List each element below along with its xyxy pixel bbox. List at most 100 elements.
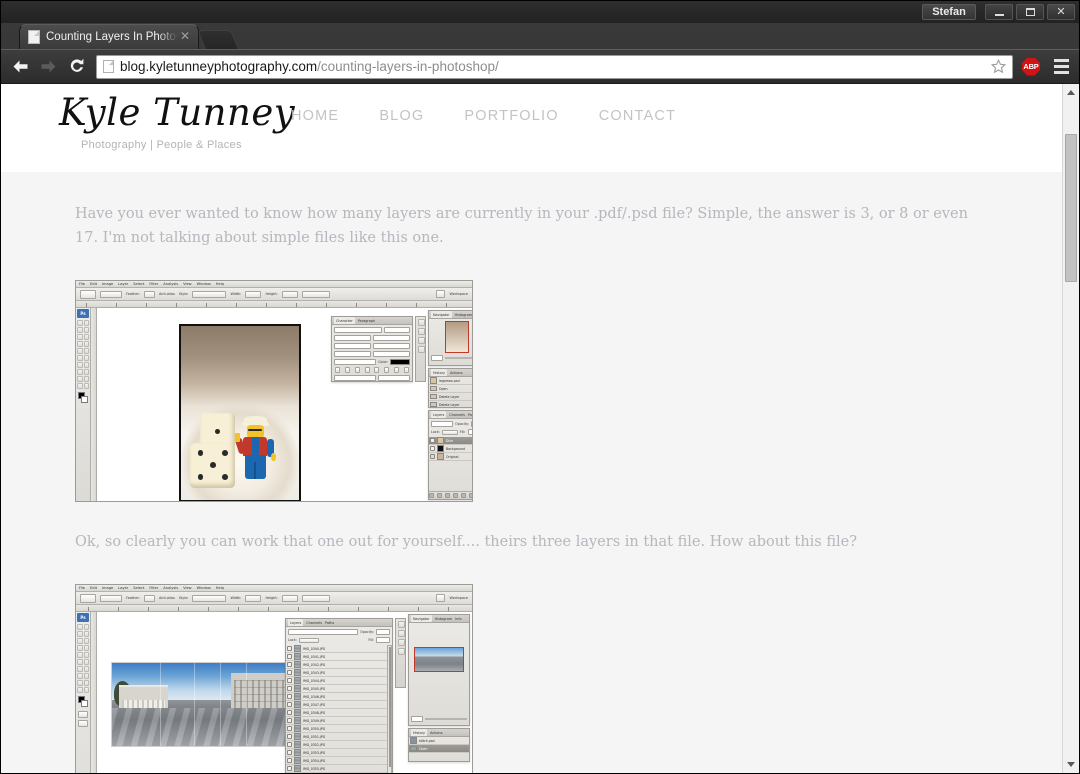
nav-link-portfolio[interactable]: PORTFOLIO bbox=[464, 108, 558, 124]
ps1-faux-bold-icon[interactable] bbox=[335, 367, 341, 373]
ps1-tab-histogram[interactable]: Histogram bbox=[455, 313, 472, 317]
ps1-zoom-slider[interactable] bbox=[445, 357, 472, 359]
reload-button[interactable] bbox=[63, 54, 89, 80]
ps1-tool-move-icon[interactable] bbox=[77, 320, 83, 326]
ps2-tool-blur-icon[interactable] bbox=[77, 666, 83, 672]
ps2-style-select[interactable] bbox=[192, 594, 227, 602]
ps1-lock-toggles[interactable] bbox=[441, 429, 458, 435]
ps2-tool-pen-icon[interactable] bbox=[77, 673, 83, 679]
ps1-bridge-icon[interactable] bbox=[436, 290, 446, 298]
ps2-dock-color-icon[interactable] bbox=[398, 621, 405, 628]
ps1-menu-filter[interactable]: Filter bbox=[149, 282, 158, 286]
ps2-layer-visibility-icon[interactable] bbox=[287, 750, 292, 755]
ps2-layer-row[interactable]: IMG_0341.JPG bbox=[286, 653, 392, 661]
ps2-layer-row[interactable]: IMG_0353.JPG bbox=[286, 749, 392, 757]
ps1-tool-path-select-icon[interactable] bbox=[77, 376, 83, 382]
ps1-tab-actions[interactable]: Actions bbox=[450, 371, 462, 375]
ps1-tool-shape-icon[interactable] bbox=[83, 376, 89, 382]
ps2-tool-eyedropper-icon[interactable] bbox=[83, 638, 89, 644]
ps1-layer-visibility-icon[interactable] bbox=[430, 446, 435, 451]
ps1-tool-hand-icon[interactable] bbox=[77, 383, 83, 389]
ps2-antialias-label[interactable]: Anti-alias bbox=[159, 596, 175, 600]
ps2-background-color[interactable] bbox=[81, 700, 88, 707]
ps1-new-layer-icon[interactable] bbox=[469, 493, 472, 498]
ps2-tab-navigator[interactable]: Navigator bbox=[411, 615, 432, 622]
ps2-layers-scrollbar[interactable] bbox=[387, 645, 392, 773]
ps2-layer-visibility-icon[interactable] bbox=[287, 766, 292, 771]
ps1-height-input[interactable] bbox=[281, 290, 298, 298]
ps2-layer-visibility-icon[interactable] bbox=[287, 662, 292, 667]
ps1-adjustment-layer-icon[interactable] bbox=[453, 493, 458, 498]
ps1-blend-mode-select[interactable] bbox=[431, 421, 454, 427]
ps2-history-item[interactable]: Open bbox=[409, 745, 469, 753]
ps1-antialias-select[interactable] bbox=[377, 375, 410, 381]
ps1-underline-icon[interactable] bbox=[393, 367, 399, 373]
scroll-down-arrow-icon[interactable] bbox=[1063, 756, 1079, 773]
ps2-tab-layers[interactable]: Layers bbox=[288, 619, 304, 626]
ps1-tool-dodge-icon[interactable] bbox=[83, 362, 89, 368]
close-icon[interactable]: ✕ bbox=[178, 30, 192, 44]
ps2-layer-visibility-icon[interactable] bbox=[287, 758, 292, 763]
ps2-blend-mode-select[interactable] bbox=[288, 629, 359, 635]
ps2-bridge-icon[interactable] bbox=[436, 594, 446, 602]
minimize-button[interactable] bbox=[985, 4, 1013, 20]
browser-tab[interactable]: Counting Layers In Photoshop ✕ bbox=[19, 24, 199, 49]
ps2-opacity-input[interactable] bbox=[376, 629, 390, 635]
ps1-tool-marquee-icon[interactable] bbox=[83, 320, 89, 326]
ps2-layer-row[interactable]: IMG_0352.JPG bbox=[286, 741, 392, 749]
ps2-history-item[interactable]: stitch.psd bbox=[409, 737, 469, 745]
maximize-button[interactable] bbox=[1016, 4, 1044, 20]
ps2-lock-toggles[interactable] bbox=[298, 637, 319, 643]
ps1-menu-window[interactable]: Window bbox=[197, 282, 211, 286]
ps1-new-group-icon[interactable] bbox=[461, 493, 466, 498]
ps1-font-style-select[interactable] bbox=[384, 327, 410, 333]
ps2-fill-input[interactable] bbox=[376, 637, 390, 643]
ps1-menu-view[interactable]: View bbox=[183, 282, 192, 286]
ps2-layer-row[interactable]: IMG_0355.JPG bbox=[286, 765, 392, 773]
page-scrollbar[interactable] bbox=[1062, 84, 1079, 773]
ps1-navigator-panel[interactable]: Navigator Histogram Info bbox=[428, 310, 472, 366]
ps2-history-panel[interactable]: History Actions stitch.psd Open bbox=[408, 728, 470, 762]
ps1-menu-layer[interactable]: Layer bbox=[118, 282, 128, 286]
ps1-layer-row[interactable]: Dice bbox=[429, 437, 472, 445]
ps1-tab-layers[interactable]: Layers bbox=[431, 411, 447, 418]
profile-button[interactable]: Stefan bbox=[922, 4, 976, 20]
ps2-width-input[interactable] bbox=[245, 594, 262, 602]
ps1-antialias-label[interactable]: Anti-alias bbox=[159, 292, 175, 296]
ps2-layer-row[interactable]: IMG_0348.JPG bbox=[286, 709, 392, 717]
ps1-tool-pen-icon[interactable] bbox=[77, 369, 83, 375]
ps2-menu-help[interactable]: Help bbox=[216, 586, 224, 590]
ps2-tab-history[interactable]: History bbox=[411, 729, 428, 736]
ps1-tab-channels[interactable]: Channels bbox=[449, 413, 465, 417]
ps1-tab-navigator[interactable]: Navigator bbox=[431, 311, 452, 318]
ps2-feather-input[interactable] bbox=[143, 594, 155, 602]
ps2-layer-row[interactable]: IMG_0340.JPG bbox=[286, 645, 392, 653]
ps2-height-input[interactable] bbox=[281, 594, 298, 602]
ps2-dock-masks-icon[interactable] bbox=[398, 648, 405, 655]
ps1-superscript-icon[interactable] bbox=[374, 367, 380, 373]
ps2-layer-visibility-icon[interactable] bbox=[287, 734, 292, 739]
ps1-history-item[interactable]: Delete Layer bbox=[429, 393, 472, 401]
ps1-tab-paragraph[interactable]: Paragraph bbox=[358, 319, 375, 323]
ps1-dock-adjustments-icon[interactable] bbox=[418, 337, 425, 344]
ps1-vertical-scale-input[interactable] bbox=[334, 351, 371, 357]
ps1-menu-analysis[interactable]: Analysis bbox=[163, 282, 178, 286]
ps2-tool-brush-icon[interactable] bbox=[83, 645, 89, 651]
ps2-layer-visibility-icon[interactable] bbox=[287, 694, 292, 699]
ps2-tool-eraser-icon[interactable] bbox=[77, 659, 83, 665]
ps1-baseline-shift-input[interactable] bbox=[334, 359, 377, 365]
ps1-tool-blur-icon[interactable] bbox=[77, 362, 83, 368]
ps1-tool-preset-icon[interactable] bbox=[80, 289, 96, 299]
ps1-language-select[interactable] bbox=[334, 375, 376, 381]
ps2-layer-row[interactable]: IMG_0344.JPG bbox=[286, 677, 392, 685]
chrome-menu-icon[interactable] bbox=[1051, 55, 1071, 79]
scrollbar-thumb[interactable] bbox=[1065, 134, 1077, 282]
ps1-layer-visibility-icon[interactable] bbox=[430, 454, 435, 459]
ps2-navigator-panel[interactable]: Navigator Histogram Info bbox=[408, 614, 470, 726]
ps1-font-family-select[interactable] bbox=[334, 327, 382, 333]
ps2-layer-row[interactable]: IMG_0342.JPG bbox=[286, 661, 392, 669]
ps2-layer-visibility-icon[interactable] bbox=[287, 726, 292, 731]
ps2-layer-visibility-icon[interactable] bbox=[287, 710, 292, 715]
ps1-character-panel[interactable]: Character Paragraph Color: bbox=[331, 316, 413, 382]
ps1-leading-input[interactable] bbox=[373, 335, 410, 341]
